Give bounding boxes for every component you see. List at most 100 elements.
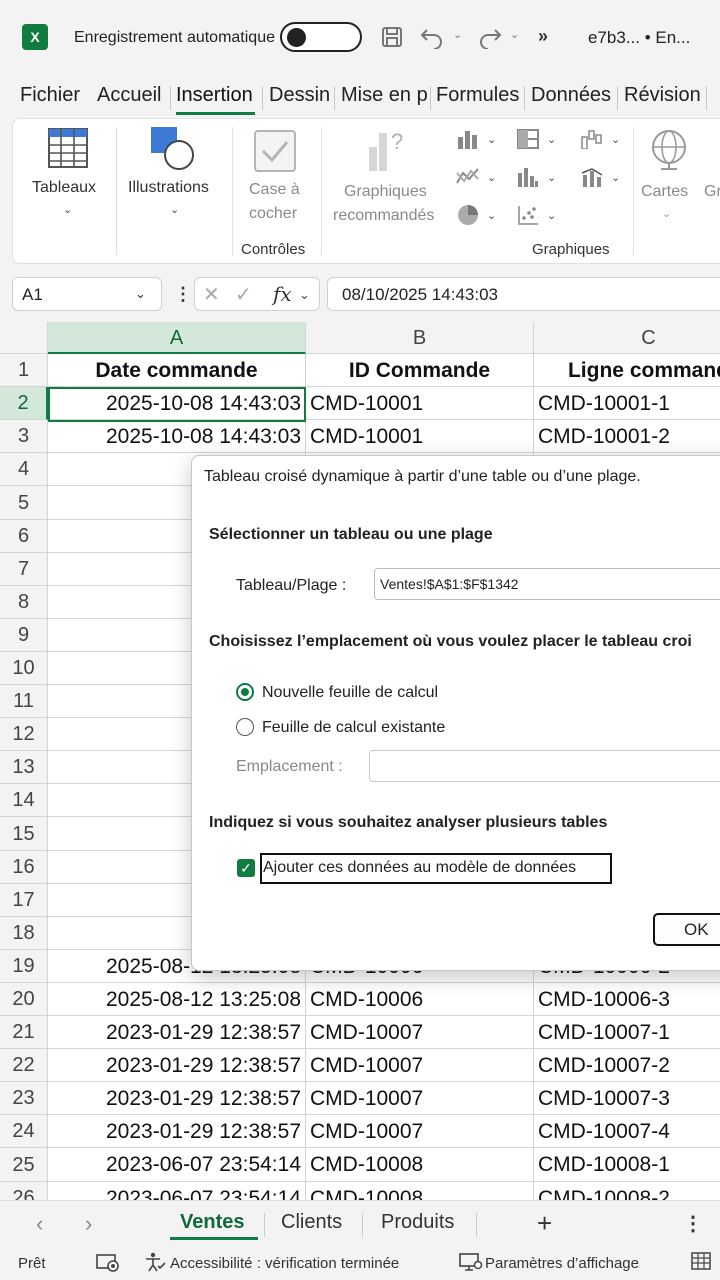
ok-button[interactable]: OK [653, 913, 720, 946]
insert-function-icon[interactable]: fx [273, 282, 292, 306]
table-cell[interactable]: CMD-10007-4 [534, 1115, 720, 1148]
table-cell[interactable]: CMD-10008-2 [534, 1182, 720, 1200]
table-cell[interactable]: 2023-01-29 12:38:57 [48, 1115, 306, 1148]
checkbox-control-button[interactable]: Case à cocher [241, 123, 311, 227]
file-name[interactable]: e7b3... • En... [588, 28, 690, 48]
chevron-down-icon[interactable]: ⌄ [547, 133, 556, 146]
table-cell[interactable]: CMD-10007 [306, 1049, 534, 1082]
table-cell[interactable]: 2023-06-07 23:54:14 [48, 1182, 306, 1200]
tab-formules[interactable]: Formules [436, 84, 519, 114]
table-cell[interactable]: CMD-10001-1 [534, 387, 720, 420]
previous-sheet-icon[interactable]: ‹ [36, 1211, 43, 1237]
radio-existing-sheet[interactable] [236, 718, 254, 736]
scatter-chart-icon[interactable] [515, 203, 541, 227]
row-header[interactable]: 6 [0, 520, 48, 553]
formula-input[interactable]: 08/10/2025 14:43:03 [327, 277, 720, 311]
tab-accueil[interactable]: Accueil [97, 84, 161, 114]
table-cell[interactable]: CMD-10007-2 [534, 1049, 720, 1082]
maps-button[interactable]: Cartes ⌄ [641, 123, 709, 227]
sheet-tab-ventes[interactable]: Ventes [180, 1211, 244, 1234]
row-header[interactable]: 20 [0, 983, 48, 1016]
select-all-corner[interactable] [0, 322, 48, 354]
next-sheet-icon[interactable]: › [85, 1211, 92, 1237]
illustrations-button[interactable]: Illustrations ⌄ [125, 123, 225, 227]
radio-new-sheet[interactable] [236, 683, 254, 701]
table-cell[interactable]: 2023-01-29 12:38:57 [48, 1082, 306, 1115]
row-header[interactable]: 4 [0, 453, 48, 486]
row-header[interactable]: 23 [0, 1082, 48, 1115]
table-cell[interactable]: CMD-10006-3 [534, 983, 720, 1016]
pie-chart-icon[interactable] [455, 203, 481, 227]
row-header[interactable]: 1 [0, 354, 48, 387]
row-header[interactable]: 12 [0, 718, 48, 751]
table-cell[interactable]: CMD-10007 [306, 1082, 534, 1115]
row-header[interactable]: 11 [0, 685, 48, 718]
statistic-chart-icon[interactable] [515, 165, 541, 189]
row-header[interactable]: 25 [0, 1148, 48, 1182]
name-box[interactable]: A1 ⌄ [12, 277, 162, 311]
row-header[interactable]: 16 [0, 851, 48, 884]
header-cell[interactable]: ID Commande [306, 354, 534, 387]
chevron-down-icon[interactable]: ⌄ [135, 286, 146, 302]
line-chart-icon[interactable] [455, 165, 481, 189]
tableaux-button[interactable]: Tableaux ⌄ [27, 123, 111, 227]
more-commands-icon[interactable]: » [538, 26, 548, 47]
macro-record-icon[interactable] [96, 1252, 120, 1277]
waterfall-chart-icon[interactable] [579, 127, 605, 151]
sheet-tab-produits[interactable]: Produits [381, 1211, 454, 1234]
table-cell[interactable]: CMD-10001-2 [534, 420, 720, 453]
row-header[interactable]: 19 [0, 950, 48, 983]
tab-insertion[interactable]: Insertion [176, 84, 253, 114]
pivot-chart-label-partial[interactable]: Gr [704, 183, 720, 201]
data-model-checkbox[interactable]: ✓ [237, 859, 255, 877]
redo-icon[interactable] [476, 22, 504, 52]
chevron-down-icon[interactable]: ⌄ [611, 171, 620, 184]
row-header[interactable]: 5 [0, 486, 48, 520]
row-header[interactable]: 15 [0, 817, 48, 851]
chevron-down-icon[interactable]: ⌄ [299, 287, 310, 303]
table-cell[interactable]: CMD-10007-1 [534, 1016, 720, 1049]
table-cell[interactable]: 2025-10-08 14:43:03 [48, 387, 306, 420]
table-cell[interactable]: CMD-10007 [306, 1016, 534, 1049]
table-cell[interactable]: 2025-08-12 13:25:08 [48, 983, 306, 1016]
formula-options-icon[interactable]: ⋮ [174, 284, 192, 305]
table-cell[interactable]: 2023-01-29 12:38:57 [48, 1016, 306, 1049]
table-cell[interactable]: CMD-10006 [306, 983, 534, 1016]
row-header[interactable]: 9 [0, 619, 48, 652]
table-cell[interactable]: CMD-10008 [306, 1182, 534, 1200]
row-header[interactable]: 21 [0, 1016, 48, 1049]
chevron-down-icon[interactable]: ⌄ [611, 133, 620, 146]
header-cell[interactable]: Ligne command [534, 354, 720, 387]
table-cell[interactable]: CMD-10008 [306, 1148, 534, 1182]
chevron-down-icon[interactable]: ⌄ [547, 209, 556, 222]
normal-view-icon[interactable] [691, 1252, 711, 1275]
tab-mise-en-page[interactable]: Mise en p [341, 84, 427, 114]
row-header[interactable]: 22 [0, 1049, 48, 1082]
table-cell[interactable]: 2023-06-07 23:54:14 [48, 1148, 306, 1182]
chevron-down-icon[interactable]: ⌄ [487, 209, 496, 222]
sheet-tab-clients[interactable]: Clients [281, 1211, 342, 1234]
save-icon[interactable] [378, 22, 406, 52]
radio-new-sheet-label[interactable]: Nouvelle feuille de calcul [262, 684, 438, 702]
tab-fichier[interactable]: Fichier [20, 84, 80, 114]
row-header[interactable]: 24 [0, 1115, 48, 1148]
undo-icon[interactable] [418, 22, 446, 52]
column-header-a[interactable]: A [48, 322, 306, 354]
autosave-toggle[interactable] [280, 22, 362, 52]
table-cell[interactable]: CMD-10007-3 [534, 1082, 720, 1115]
column-header-c[interactable]: C [534, 322, 720, 354]
cancel-icon[interactable]: ✕ [203, 282, 220, 307]
row-header[interactable]: 26 [0, 1182, 48, 1200]
data-model-checkbox-label[interactable]: Ajouter ces données au modèle de données [263, 859, 576, 877]
row-header[interactable]: 10 [0, 652, 48, 685]
row-header[interactable]: 18 [0, 917, 48, 950]
hierarchy-chart-icon[interactable] [515, 127, 541, 151]
row-header[interactable]: 7 [0, 553, 48, 586]
tab-dessin[interactable]: Dessin [269, 84, 330, 114]
combo-chart-icon[interactable] [579, 165, 605, 189]
column-chart-icon[interactable] [455, 127, 481, 151]
table-cell[interactable]: CMD-10001 [306, 387, 534, 420]
row-header[interactable]: 2 [0, 387, 48, 420]
chevron-down-icon[interactable]: ⌄ [487, 171, 496, 184]
row-header[interactable]: 14 [0, 784, 48, 817]
